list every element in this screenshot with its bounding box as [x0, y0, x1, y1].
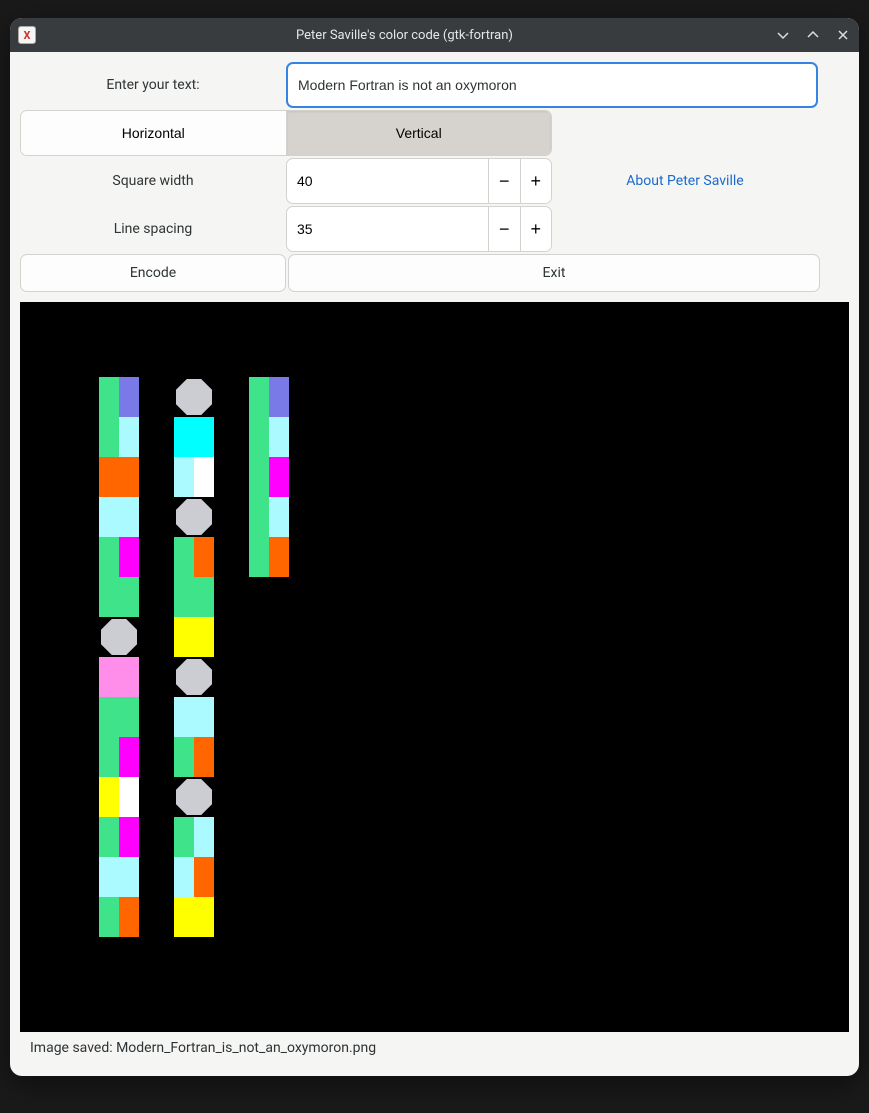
- exit-button[interactable]: Exit: [288, 254, 820, 292]
- color-cell: [99, 497, 139, 537]
- color-cell: [99, 657, 139, 697]
- square-width-increment[interactable]: +: [520, 159, 552, 203]
- color-cell: [249, 457, 289, 497]
- line-spacing-spinner: − +: [286, 206, 552, 252]
- color-cell: [174, 737, 214, 777]
- color-cell: [174, 537, 214, 577]
- output-canvas: [20, 302, 849, 1032]
- color-cell: [249, 417, 289, 457]
- titlebar: X Peter Saville's color code (gtk-fortra…: [10, 18, 859, 52]
- about-link[interactable]: About Peter Saville: [552, 158, 818, 204]
- color-column: [99, 377, 139, 937]
- color-cell: [99, 737, 139, 777]
- line-spacing-increment[interactable]: +: [520, 207, 552, 251]
- color-cell: [99, 857, 139, 897]
- space-marker: [174, 657, 214, 697]
- main-window: X Peter Saville's color code (gtk-fortra…: [10, 18, 859, 1076]
- minimize-button[interactable]: [775, 27, 791, 43]
- space-marker: [99, 617, 139, 657]
- color-cell: [249, 537, 289, 577]
- color-cell: [99, 577, 139, 617]
- square-width-label: Square width: [20, 158, 286, 204]
- color-cell: [174, 817, 214, 857]
- window-title: Peter Saville's color code (gtk-fortran): [42, 28, 767, 43]
- line-spacing-label: Line spacing: [20, 206, 286, 252]
- color-cell: [99, 457, 139, 497]
- color-cell: [174, 457, 214, 497]
- space-marker: [174, 497, 214, 537]
- space-marker: [174, 377, 214, 417]
- square-width-input[interactable]: [287, 159, 488, 203]
- color-column: [249, 377, 289, 577]
- status-bar: Image saved: Modern_Fortran_is_not_an_ox…: [20, 1032, 849, 1066]
- line-spacing-decrement[interactable]: −: [488, 207, 520, 251]
- color-cell: [249, 497, 289, 537]
- color-cell: [174, 617, 214, 657]
- color-column: [174, 377, 214, 937]
- text-input[interactable]: [286, 62, 818, 108]
- color-cell: [99, 697, 139, 737]
- color-cell: [99, 537, 139, 577]
- content: Enter your text: Horizontal Vertical Squ…: [10, 52, 859, 1076]
- color-cell: [249, 377, 289, 417]
- color-cell: [99, 817, 139, 857]
- square-width-decrement[interactable]: −: [488, 159, 520, 203]
- color-cell: [174, 697, 214, 737]
- encode-button[interactable]: Encode: [20, 254, 286, 292]
- line-spacing-input[interactable]: [287, 207, 488, 251]
- color-cell: [99, 417, 139, 457]
- color-cell: [174, 577, 214, 617]
- maximize-button[interactable]: [805, 27, 821, 43]
- square-width-spinner: − +: [286, 158, 552, 204]
- color-cell: [174, 897, 214, 937]
- orientation-toggle: Horizontal Vertical: [20, 110, 552, 156]
- text-label: Enter your text:: [20, 62, 286, 108]
- color-cell: [99, 377, 139, 417]
- app-icon: X: [18, 26, 36, 44]
- space-marker: [174, 777, 214, 817]
- color-cell: [174, 417, 214, 457]
- window-controls: [775, 27, 851, 43]
- color-cell: [99, 777, 139, 817]
- horizontal-button[interactable]: Horizontal: [21, 111, 287, 155]
- color-cell: [174, 857, 214, 897]
- close-button[interactable]: [835, 27, 851, 43]
- color-cell: [99, 897, 139, 937]
- vertical-button[interactable]: Vertical: [287, 111, 552, 155]
